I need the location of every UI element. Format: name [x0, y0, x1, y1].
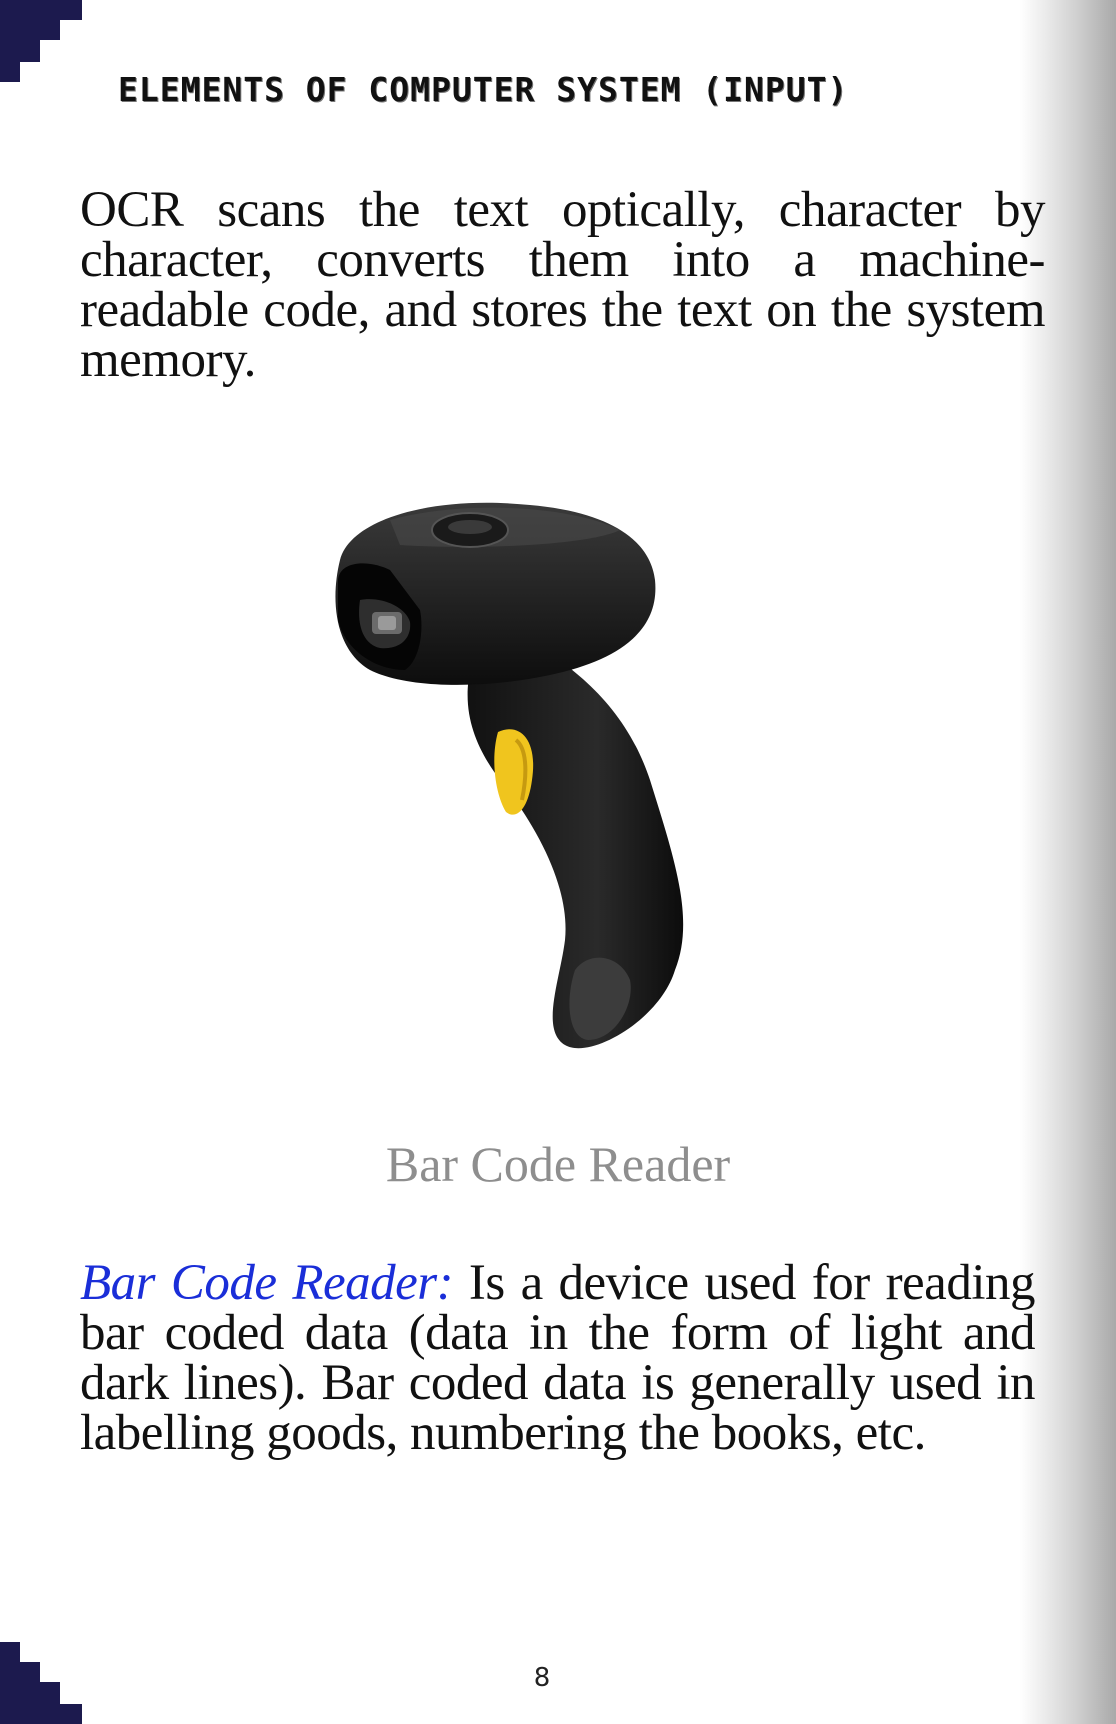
page-number: 8: [533, 1663, 551, 1693]
ocr-paragraph: OCR scans the text optically, character …: [80, 182, 1046, 388]
corner-decoration-top-left: [0, 0, 82, 82]
figure-caption: Bar Code Reader: [385, 1136, 731, 1192]
barcode-reader-paragraph: Bar Code Reader: Is a device used for re…: [80, 1255, 1036, 1459]
page-header: ELEMENTS OF COMPUTER SYSTEM (INPUT): [118, 70, 849, 109]
barcode-scanner-image: [335, 502, 684, 1049]
term-bar-code-reader: Bar Code Reader:: [80, 1255, 454, 1311]
